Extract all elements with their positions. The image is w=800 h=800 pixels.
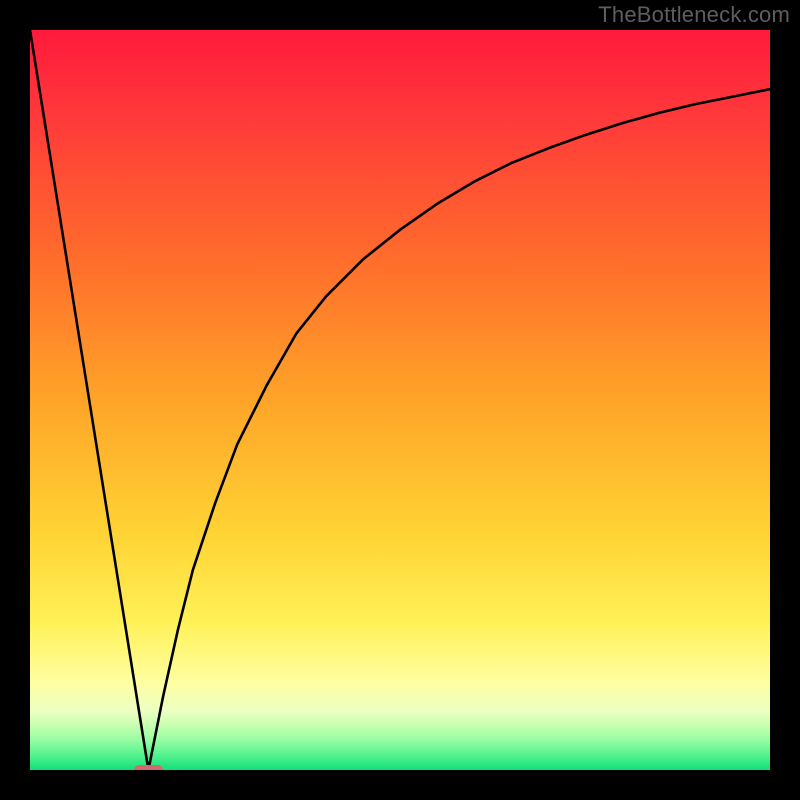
chart-frame: TheBottleneck.com: [0, 0, 800, 800]
watermark-text: TheBottleneck.com: [598, 2, 790, 28]
plot-area: [30, 30, 770, 770]
curve-path: [30, 30, 770, 770]
optimum-marker: [134, 765, 164, 770]
bottleneck-curve: [30, 30, 770, 770]
